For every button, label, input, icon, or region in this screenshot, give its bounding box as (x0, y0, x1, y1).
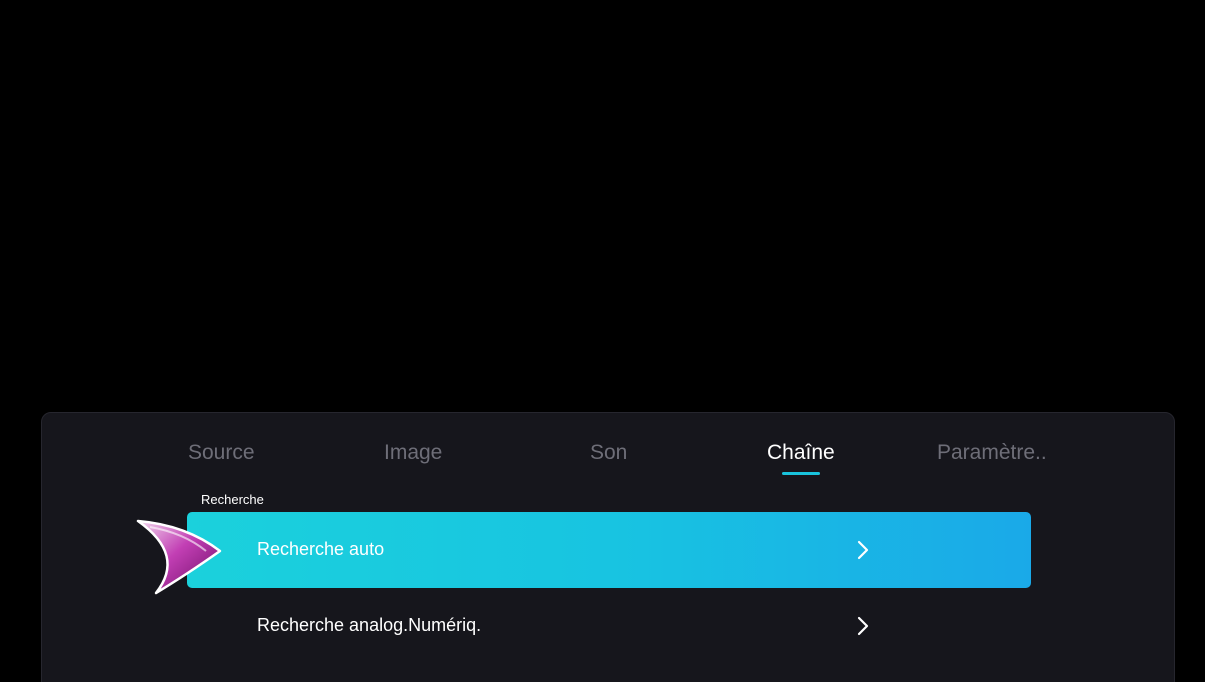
section-title: Recherche (201, 492, 264, 507)
tab-label: Source (188, 441, 255, 464)
tab-son[interactable]: Son (590, 441, 627, 465)
menu-item-recherche-analog-numeriq[interactable]: Recherche analog.Numériq. (187, 588, 1031, 664)
tab-label: Son (590, 441, 628, 464)
menu-tabs: Source Image Son Chaîne Paramètre.. (42, 441, 1174, 481)
chevron-right-icon (852, 539, 874, 561)
chevron-right-icon (852, 615, 874, 637)
tab-source[interactable]: Source (188, 441, 255, 465)
menu-item-label: Recherche analog.Numériq. (257, 615, 482, 635)
tab-chaine[interactable]: Chaîne (767, 441, 835, 475)
tab-label: Chaîne (767, 441, 835, 464)
menu-item-label: Recherche auto (257, 539, 385, 559)
tab-label: Image (384, 441, 443, 464)
active-tab-indicator (781, 472, 820, 475)
tab-label: Paramètre.. (937, 441, 1047, 464)
tab-image[interactable]: Image (384, 441, 442, 465)
tab-parametres[interactable]: Paramètre.. (937, 441, 1047, 465)
tv-screen: Source Image Son Chaîne Paramètre.. Rech… (0, 0, 1205, 682)
menu-item-recherche-auto[interactable]: Recherche auto (187, 512, 1031, 588)
arrow-pointer-icon (134, 515, 224, 595)
